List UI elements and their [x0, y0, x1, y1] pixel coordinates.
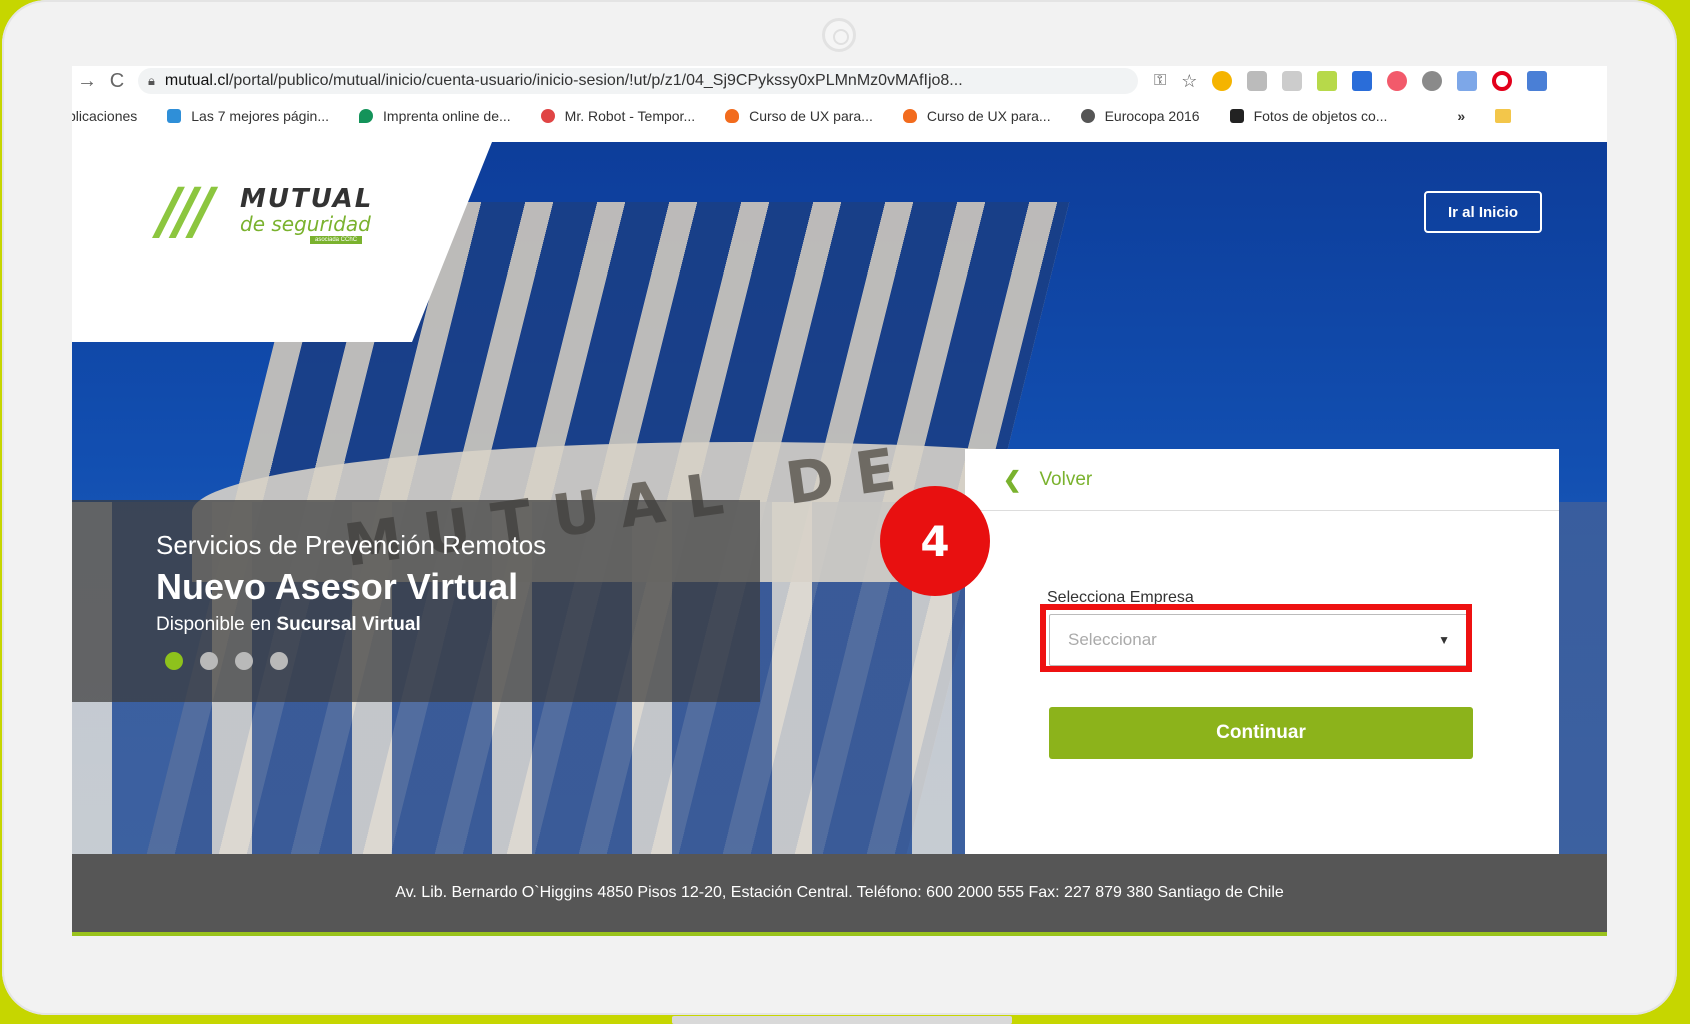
logo-text: MUTUAL	[240, 184, 374, 214]
bookmark-item[interactable]: Fotos de objetos co...	[1229, 108, 1387, 124]
hero-banner: MUTUAL DE /// MUTUAL de seguridad asocia…	[72, 142, 1607, 854]
camera-icon	[822, 18, 856, 52]
chevron-left-icon: ❮	[1003, 466, 1022, 492]
login-card: ❮ Volver Selecciona Empresa Seleccionar …	[965, 449, 1559, 854]
bookmark-item[interactable]: Imprenta online de...	[359, 108, 511, 124]
back-label: Volver	[1039, 468, 1093, 490]
reload-icon[interactable]: C	[102, 70, 132, 93]
drop-icon	[359, 109, 374, 123]
lock-icon: 🔒︎	[148, 73, 155, 88]
flame-icon	[902, 109, 917, 123]
mutual-logo-icon: ///	[158, 174, 214, 247]
translate2-extension-icon[interactable]	[1527, 71, 1548, 91]
bookmark-favicon-icon	[540, 109, 555, 123]
crown-extension-icon[interactable]	[1317, 71, 1338, 91]
target-extension-icon[interactable]	[1387, 71, 1408, 91]
url-text: mutual.cl/portal/publico/mutual/inicio/c…	[164, 72, 963, 89]
bookmark-item[interactable]: Mr. Robot - Tempor...	[540, 108, 695, 124]
back-link[interactable]: ❮ Volver	[965, 449, 1559, 511]
bookmark-item[interactable]: Las 7 mejores págin...	[167, 108, 329, 124]
carousel-dots	[165, 652, 288, 670]
promo-title: Nuevo Asesor Virtual	[156, 566, 519, 607]
carousel-dot[interactable]	[200, 652, 218, 670]
step-badge: 4	[880, 486, 990, 596]
home-indicator	[672, 1016, 1012, 1024]
flame-icon	[725, 109, 740, 123]
footer-address: Av. Lib. Bernardo O`Higgins 4850 Pisos 1…	[395, 884, 1284, 901]
star-icon[interactable]: ☆	[1181, 71, 1197, 92]
carousel-dot[interactable]	[235, 652, 253, 670]
bookmark-item[interactable]: plicaciones	[72, 108, 137, 124]
address-bar-row: → C 🔒︎ mutual.cl/portal/publico/mutual/i…	[72, 66, 1607, 96]
promo-panel: Servicios de Prevención Remotos Nuevo As…	[72, 500, 760, 702]
bookmark-item[interactable]: Eurocopa 2016	[1080, 108, 1200, 124]
bookmarks-bar: plicaciones Las 7 mejores págin... Impre…	[72, 100, 1607, 132]
camera-extension-icon[interactable]	[1247, 71, 1268, 91]
owl-extension-icon[interactable]	[1422, 71, 1443, 91]
key-icon[interactable]: ⚿	[1154, 72, 1166, 90]
globe-icon	[1080, 109, 1095, 123]
bookmark-item[interactable]: Curso de UX para...	[902, 108, 1051, 124]
promo-subtitle: Servicios de Prevención Remotos	[156, 530, 547, 560]
translate-extension-icon[interactable]	[1457, 71, 1478, 91]
highlight-box	[1040, 604, 1472, 672]
extension-yellow-icon[interactable]	[1212, 71, 1233, 91]
folder-icon[interactable]	[1495, 109, 1512, 123]
carousel-dot[interactable]	[165, 652, 183, 670]
carousel-dot[interactable]	[270, 652, 288, 670]
footer-bar: Av. Lib. Bernardo O`Higgins 4850 Pisos 1…	[72, 854, 1607, 936]
bookmark-favicon-icon	[1229, 109, 1244, 123]
forward-icon[interactable]: →	[72, 70, 102, 93]
s-extension-icon[interactable]	[1352, 71, 1373, 91]
browser-screen: → C 🔒︎ mutual.cl/portal/publico/mutual/i…	[72, 66, 1607, 936]
device-frame: → C 🔒︎ mutual.cl/portal/publico/mutual/i…	[2, 0, 1677, 1015]
continue-button[interactable]: Continuar	[1049, 707, 1473, 759]
bookmarks-more-button[interactable]: »	[1457, 108, 1465, 124]
bookmark-favicon-icon	[167, 109, 182, 123]
extension-icons: ⚿ ☆	[1154, 71, 1548, 92]
url-field[interactable]: 🔒︎ mutual.cl/portal/publico/mutual/inici…	[138, 68, 1138, 94]
home-button[interactable]: Ir al Inicio	[1424, 191, 1542, 233]
opera-icon[interactable]	[1492, 71, 1513, 91]
chat-extension-icon[interactable]	[1282, 71, 1303, 91]
bookmark-item[interactable]: Curso de UX para...	[725, 108, 873, 124]
promo-note: Disponible en Sucursal Virtual	[156, 614, 421, 635]
logo-subtext: de seguridad	[240, 212, 371, 236]
logo-tag: asociada CChC	[310, 236, 363, 244]
